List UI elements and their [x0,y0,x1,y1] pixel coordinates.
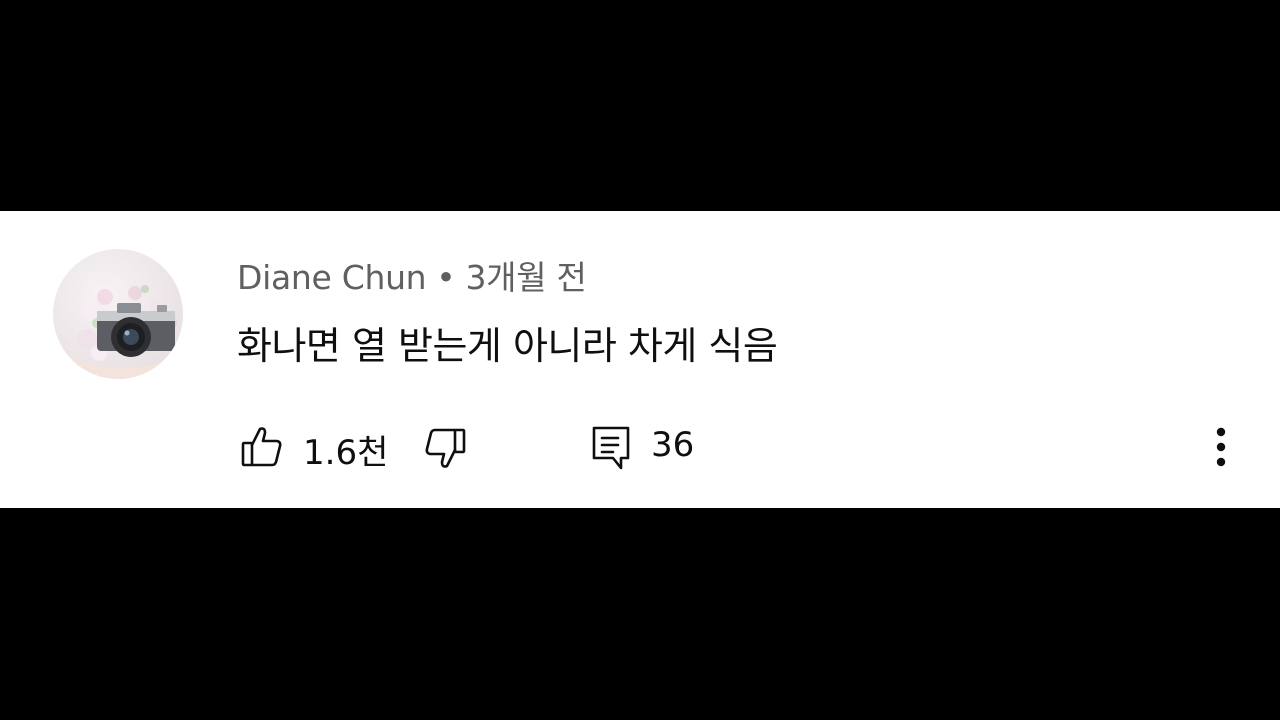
more-options-button[interactable] [1207,425,1235,469]
comment-time: 3개월 전 [465,258,587,297]
reply-button[interactable] [591,425,631,471]
meta-separator: • [436,258,456,297]
comment-icon [592,426,630,470]
like-count: 1.6천 [303,433,389,473]
thumbs-down-icon [425,428,466,468]
author-name[interactable]: Diane Chun [237,258,427,297]
avatar-image [53,285,183,379]
comment-text: 화나면 열 받는게 아니라 차게 식음 [237,324,778,368]
thumbs-up-icon [241,427,282,467]
dislike-button[interactable] [424,427,466,471]
like-button[interactable] [241,425,283,469]
comment-meta: Diane Chun • 3개월 전 [237,251,587,299]
avatar[interactable] [53,249,183,379]
reply-count: 36 [651,425,695,465]
more-vert-icon [1216,427,1226,467]
comment-card: Diane Chun • 3개월 전 화나면 열 받는게 아니라 차게 식음 1.6… [0,211,1280,508]
